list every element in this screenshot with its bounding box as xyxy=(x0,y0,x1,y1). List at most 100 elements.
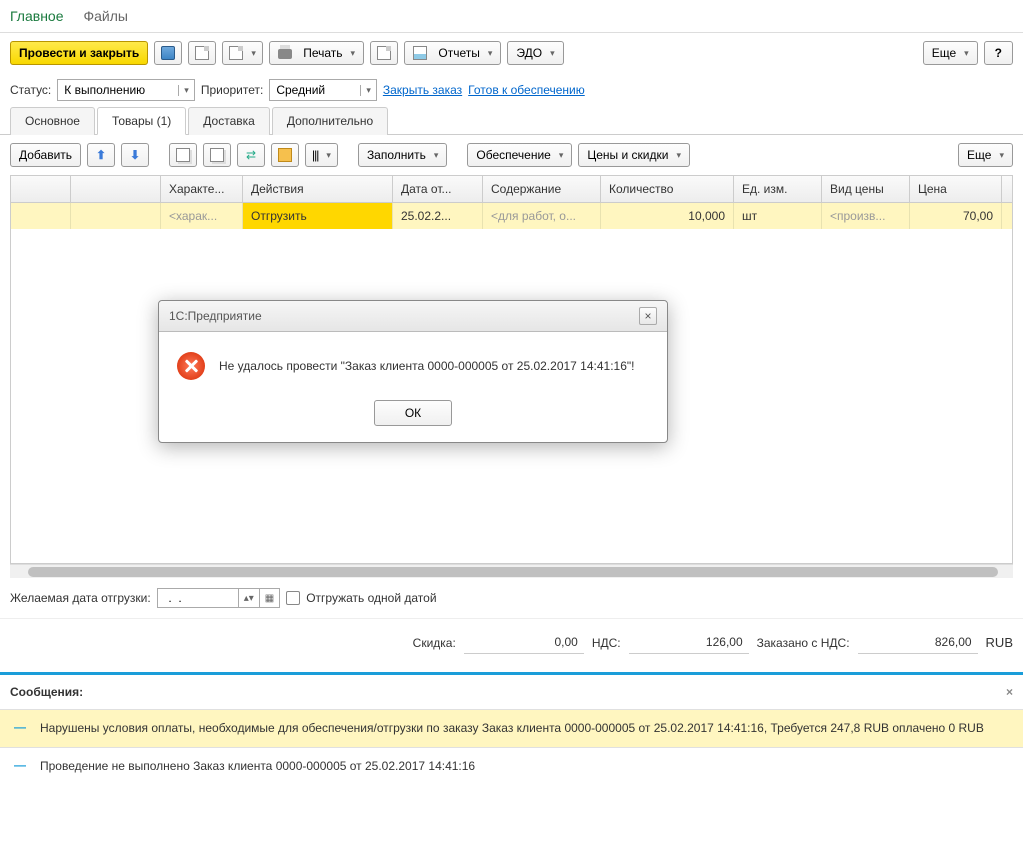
cell-char[interactable]: <харак... xyxy=(161,203,243,229)
cell-n[interactable] xyxy=(11,203,71,229)
status-select[interactable]: ▾ xyxy=(57,79,195,101)
discount-label: Скидка: xyxy=(413,636,456,650)
col-characteristic[interactable]: Характе... xyxy=(161,176,243,202)
close-order-link[interactable]: Закрыть заказ xyxy=(383,83,462,97)
barcode-button[interactable]: ||| xyxy=(305,143,338,167)
col-price[interactable]: Цена xyxy=(910,176,1002,202)
priority-input[interactable] xyxy=(270,81,360,99)
card-button[interactable] xyxy=(271,143,299,167)
dialog-close-button[interactable]: × xyxy=(639,307,657,325)
share-icon: ⇄ xyxy=(246,148,256,162)
prices-discounts-button[interactable]: Цены и скидки xyxy=(578,143,690,167)
ship-date-label: Желаемая дата отгрузки: xyxy=(10,591,151,605)
message-item[interactable]: — Нарушены условия оплаты, необходимые д… xyxy=(0,709,1023,747)
arrow-down-icon: ⬇ xyxy=(130,148,140,162)
priority-select[interactable]: ▾ xyxy=(269,79,377,101)
move-down-button[interactable]: ⬇ xyxy=(121,143,149,167)
top-tab-main[interactable]: Главное xyxy=(10,8,64,24)
messages-close-icon[interactable]: × xyxy=(1006,685,1013,699)
col-qty[interactable]: Количество xyxy=(601,176,734,202)
status-label: Статус: xyxy=(10,83,51,97)
error-dialog: 1С:Предприятие × Не удалось провести "За… xyxy=(158,300,668,443)
tab-delivery[interactable]: Доставка xyxy=(188,107,270,135)
cell-nom[interactable] xyxy=(71,203,161,229)
print-button[interactable]: Печать xyxy=(269,41,364,65)
top-tab-files[interactable]: Файлы xyxy=(84,8,128,24)
col-n[interactable] xyxy=(11,176,71,202)
ready-supply-link[interactable]: Готов к обеспечению xyxy=(468,83,585,97)
cell-qty[interactable]: 10,000 xyxy=(601,203,734,229)
card-icon xyxy=(278,148,292,162)
cell-content[interactable]: <для работ, о... xyxy=(483,203,601,229)
reports-label: Отчеты xyxy=(438,46,479,60)
tab-main[interactable]: Основное xyxy=(10,107,95,135)
cell-action[interactable]: Отгрузить xyxy=(243,203,393,229)
single-date-label: Отгружать одной датой xyxy=(306,591,436,605)
edo-label: ЭДО xyxy=(516,46,542,60)
save-icon xyxy=(161,46,175,60)
doc-new-icon xyxy=(229,46,243,60)
message-text: Проведение не выполнено Заказ клиента 00… xyxy=(40,758,1009,775)
reports-button[interactable]: Отчеты xyxy=(404,41,501,65)
layout-button[interactable] xyxy=(370,41,398,65)
ship-date-field[interactable] xyxy=(158,589,238,607)
create-based-on-button[interactable] xyxy=(222,41,263,65)
copy-button[interactable] xyxy=(169,143,197,167)
date-calendar-icon[interactable]: ▦ xyxy=(259,589,279,607)
post-and-close-button[interactable]: Провести и закрыть xyxy=(10,41,148,65)
move-up-button[interactable]: ⬆ xyxy=(87,143,115,167)
priority-label: Приоритет: xyxy=(201,83,264,97)
dialog-title: 1С:Предприятие xyxy=(169,309,262,323)
date-spinner[interactable]: ▴▾ xyxy=(238,589,259,607)
printer-icon xyxy=(278,49,292,59)
message-dash-icon: — xyxy=(14,720,26,737)
grid-more-button[interactable]: Еще xyxy=(958,143,1013,167)
error-icon xyxy=(177,352,205,380)
post-button[interactable] xyxy=(188,41,216,65)
barcode-icon: ||| xyxy=(312,148,318,162)
vat-label: НДС: xyxy=(592,636,621,650)
message-dash-icon: — xyxy=(14,758,26,775)
cell-price[interactable]: 70,00 xyxy=(910,203,1002,229)
help-button[interactable]: ? xyxy=(984,41,1013,65)
col-nomenclature[interactable] xyxy=(71,176,161,202)
print-label: Печать xyxy=(303,46,342,60)
add-row-button[interactable]: Добавить xyxy=(10,143,81,167)
priority-dropdown-icon[interactable]: ▾ xyxy=(360,85,376,96)
edo-button[interactable]: ЭДО xyxy=(507,41,563,65)
discount-value: 0,00 xyxy=(464,631,584,654)
tab-extra[interactable]: Дополнительно xyxy=(272,107,388,135)
save-button[interactable] xyxy=(154,41,182,65)
share-button[interactable]: ⇄ xyxy=(237,143,265,167)
col-price-type[interactable]: Вид цены xyxy=(822,176,910,202)
ship-date-input[interactable]: ▴▾ ▦ xyxy=(157,588,281,608)
col-date[interactable]: Дата от... xyxy=(393,176,483,202)
message-item[interactable]: — Проведение не выполнено Заказ клиента … xyxy=(0,747,1023,785)
dialog-ok-button[interactable]: ОК xyxy=(374,400,452,426)
tab-goods[interactable]: Товары (1) xyxy=(97,107,186,135)
supply-button[interactable]: Обеспечение xyxy=(467,143,572,167)
report-icon xyxy=(413,46,427,60)
cell-price-type[interactable]: <произв... xyxy=(822,203,910,229)
more-button[interactable]: Еще xyxy=(923,41,978,65)
col-content[interactable]: Содержание xyxy=(483,176,601,202)
cell-date[interactable]: 25.02.2... xyxy=(393,203,483,229)
single-date-checkbox[interactable] xyxy=(286,591,300,605)
col-unit[interactable]: Ед. изм. xyxy=(734,176,822,202)
col-actions[interactable]: Действия xyxy=(243,176,393,202)
layout-icon xyxy=(377,46,391,60)
copy-icon xyxy=(176,148,190,162)
table-row[interactable]: <харак... Отгрузить 25.02.2... <для рабо… xyxy=(11,203,1012,229)
cell-unit[interactable]: шт xyxy=(734,203,822,229)
document-icon xyxy=(195,46,209,60)
status-input[interactable] xyxy=(58,81,178,99)
ordered-label: Заказано с НДС: xyxy=(757,636,850,650)
fill-button[interactable]: Заполнить xyxy=(358,143,447,167)
currency: RUB xyxy=(986,635,1013,650)
paste-icon xyxy=(210,148,224,162)
arrow-up-icon: ⬆ xyxy=(96,148,106,162)
paste-button[interactable] xyxy=(203,143,231,167)
dialog-message: Не удалось провести "Заказ клиента 0000-… xyxy=(219,359,634,373)
horizontal-scrollbar[interactable] xyxy=(10,564,1013,578)
status-dropdown-icon[interactable]: ▾ xyxy=(178,85,194,96)
